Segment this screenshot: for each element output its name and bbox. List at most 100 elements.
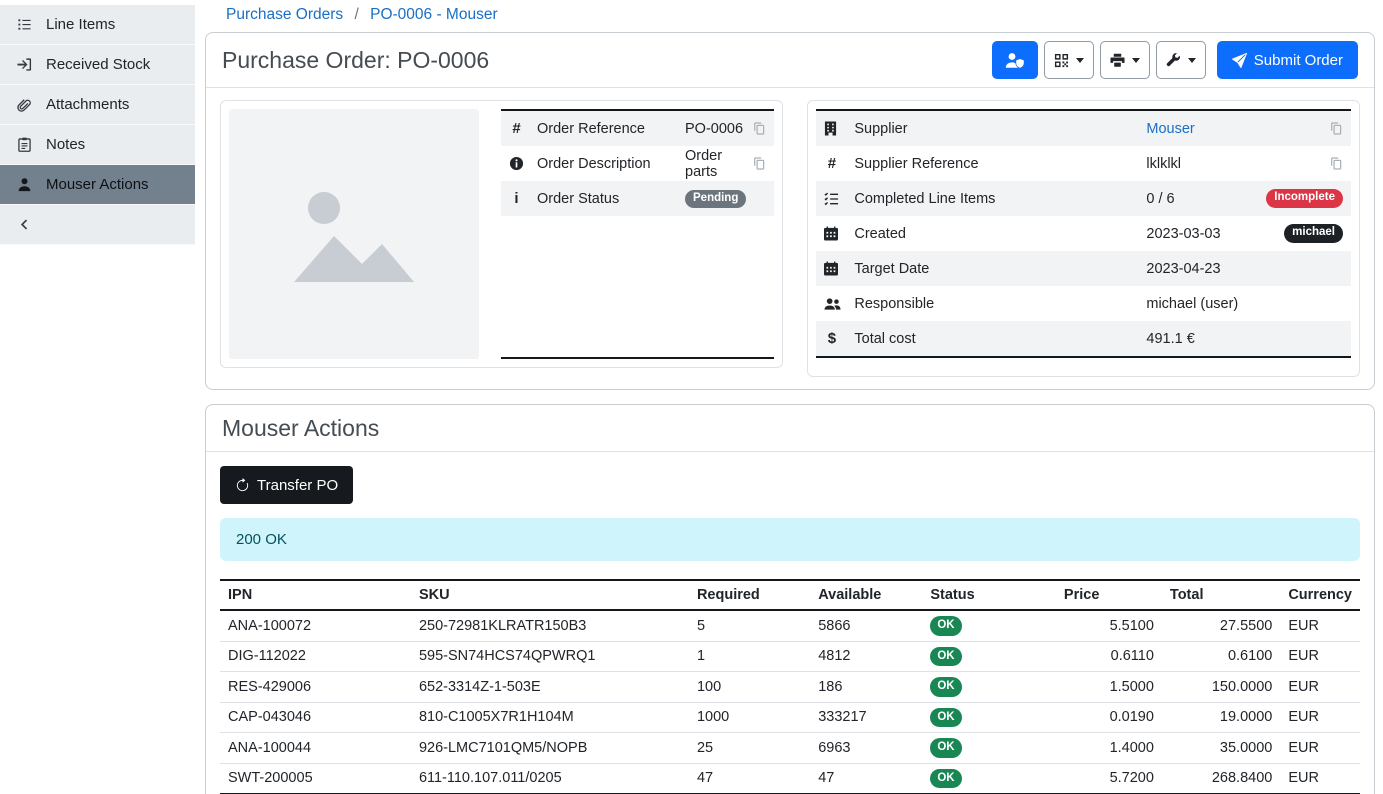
mouser-actions-panel: Mouser Actions Transfer PO 200 OK — [205, 404, 1375, 794]
cell-price: 5.7200 — [1056, 763, 1162, 794]
info-icon: i — [509, 190, 524, 207]
cell-price: 5.5100 — [1056, 610, 1162, 641]
part-image-placeholder[interactable] — [229, 109, 479, 359]
cell-available: 186 — [810, 672, 922, 703]
barcode-actions-button[interactable] — [1044, 41, 1094, 79]
main-content: Purchase Orders / PO-0006 - Mouser Purch… — [195, 0, 1383, 794]
ok-badge: OK — [930, 769, 961, 789]
order-details-table: # Order Reference PO-0006 Order Descri — [501, 109, 774, 359]
submit-order-button[interactable]: Submit Order — [1217, 41, 1358, 79]
copy-icon[interactable] — [746, 156, 766, 171]
cell-ipn: RES-429006 — [220, 672, 411, 703]
calendar-icon — [824, 226, 854, 241]
cell-ipn: ANA-100072 — [220, 610, 411, 641]
cell-available: 6963 — [810, 733, 922, 764]
sidebar-collapse-button[interactable] — [0, 205, 195, 245]
sidebar-item-line-items[interactable]: Line Items — [0, 5, 195, 45]
sign-in-icon — [15, 57, 33, 72]
transfer-po-label: Transfer PO — [257, 477, 338, 494]
cell-price: 1.4000 — [1056, 733, 1162, 764]
purchase-order-panel-header: Purchase Order: PO-0006 — [206, 33, 1374, 88]
supplier-details-table: Supplier Mouser # Supplier Reference lkl… — [816, 109, 1351, 358]
cell-currency: EUR — [1280, 610, 1360, 641]
cell-available: 47 — [810, 763, 922, 794]
cell-ipn: CAP-043046 — [220, 702, 411, 733]
cell-price: 0.6110 — [1056, 641, 1162, 672]
supplier-link[interactable]: Mouser — [1146, 121, 1194, 137]
cell-sku: 611-110.107.011/0205 — [411, 763, 689, 794]
order-detail-box: # Order Reference PO-0006 Order Descri — [220, 100, 783, 368]
copy-icon[interactable] — [746, 121, 766, 136]
copy-icon[interactable] — [1329, 156, 1343, 171]
detail-row-target-date: Target Date 2023-04-23 — [816, 251, 1351, 286]
supplier-detail-box: Supplier Mouser # Supplier Reference lkl… — [807, 100, 1360, 377]
detail-row-responsible: Responsible michael (user) — [816, 286, 1351, 321]
user-roles-button[interactable] — [992, 41, 1038, 79]
copy-icon[interactable] — [1329, 121, 1343, 136]
user-icon — [15, 177, 33, 192]
detail-label: Order Status — [537, 191, 685, 207]
cell-required: 1000 — [689, 702, 810, 733]
detail-label: Supplier Reference — [854, 156, 1146, 172]
cell-sku: 926-LMC7101QM5/NOPB — [411, 733, 689, 764]
sidebar-item-label: Received Stock — [46, 56, 150, 73]
detail-label: Order Reference — [537, 121, 685, 137]
transfer-po-button[interactable]: Transfer PO — [220, 466, 353, 504]
cell-total: 19.0000 — [1162, 702, 1280, 733]
cell-status: OK — [922, 733, 1056, 764]
cell-sku: 652-3314Z-1-503E — [411, 672, 689, 703]
cell-status: OK — [922, 641, 1056, 672]
order-toolbar: Submit Order — [992, 41, 1358, 79]
cell-currency: EUR — [1280, 702, 1360, 733]
column-header-total: Total — [1162, 580, 1280, 610]
order-status-badge: Pending — [685, 190, 746, 209]
purchase-order-panel: Purchase Order: PO-0006 — [205, 32, 1375, 390]
detail-value: lklklkl — [1146, 156, 1329, 172]
table-row: RES-429006 652-3314Z-1-503E 100 186 OK 1… — [220, 672, 1360, 703]
submit-order-label: Submit Order — [1254, 52, 1343, 69]
hash-icon: # — [824, 155, 839, 172]
page-title: Purchase Order: PO-0006 — [222, 47, 489, 74]
chevron-left-icon — [15, 218, 33, 231]
line-items-table: IPN SKU Required Available Status Price … — [220, 579, 1360, 794]
cell-total: 0.6100 — [1162, 641, 1280, 672]
list-check-icon — [824, 191, 854, 206]
cell-available: 4812 — [810, 641, 922, 672]
detail-row-order-status: i Order Status Pending — [501, 181, 774, 216]
ok-badge: OK — [930, 738, 961, 758]
breadcrumb-link-purchase-orders[interactable]: Purchase Orders — [226, 6, 343, 23]
ok-badge: OK — [930, 708, 961, 728]
cell-status: OK — [922, 672, 1056, 703]
ok-badge: OK — [930, 616, 961, 636]
mouser-actions-body: Transfer PO 200 OK IPN SKU — [206, 452, 1374, 794]
detail-label: Total cost — [854, 331, 1146, 347]
detail-value: 0 / 6 — [1146, 191, 1266, 207]
dollar-icon: $ — [824, 330, 839, 347]
order-actions-button[interactable] — [1156, 41, 1206, 79]
detail-row-order-description: Order Description Order parts — [501, 146, 774, 181]
cell-available: 333217 — [810, 702, 922, 733]
building-icon — [824, 121, 854, 136]
table-row: ANA-100072 250-72981KLRATR150B3 5 5866 O… — [220, 610, 1360, 641]
detail-value: 2023-04-23 — [1146, 261, 1343, 277]
status-alert-text: 200 OK — [236, 531, 287, 548]
sidebar-item-attachments[interactable]: Attachments — [0, 85, 195, 125]
caret-down-icon — [1188, 58, 1196, 63]
detail-row-supplier: Supplier Mouser — [816, 111, 1351, 146]
image-placeholder-icon — [290, 181, 418, 287]
cell-required: 100 — [689, 672, 810, 703]
tools-icon — [1166, 53, 1181, 68]
column-header-status: Status — [922, 580, 1056, 610]
sidebar-item-notes[interactable]: Notes — [0, 125, 195, 165]
detail-value: 2023-03-03 — [1146, 226, 1284, 242]
print-actions-button[interactable] — [1100, 41, 1150, 79]
app-root: Line Items Received Stock Attachments No… — [0, 0, 1383, 794]
detail-label: Created — [854, 226, 1146, 242]
cell-total: 27.5500 — [1162, 610, 1280, 641]
column-header-required: Required — [689, 580, 810, 610]
sidebar-item-mouser-actions[interactable]: Mouser Actions — [0, 165, 195, 205]
column-header-currency: Currency — [1280, 580, 1360, 610]
breadcrumb-link-po-0006[interactable]: PO-0006 - Mouser — [370, 6, 498, 23]
sidebar-item-received-stock[interactable]: Received Stock — [0, 45, 195, 85]
cell-ipn: DIG-112022 — [220, 641, 411, 672]
